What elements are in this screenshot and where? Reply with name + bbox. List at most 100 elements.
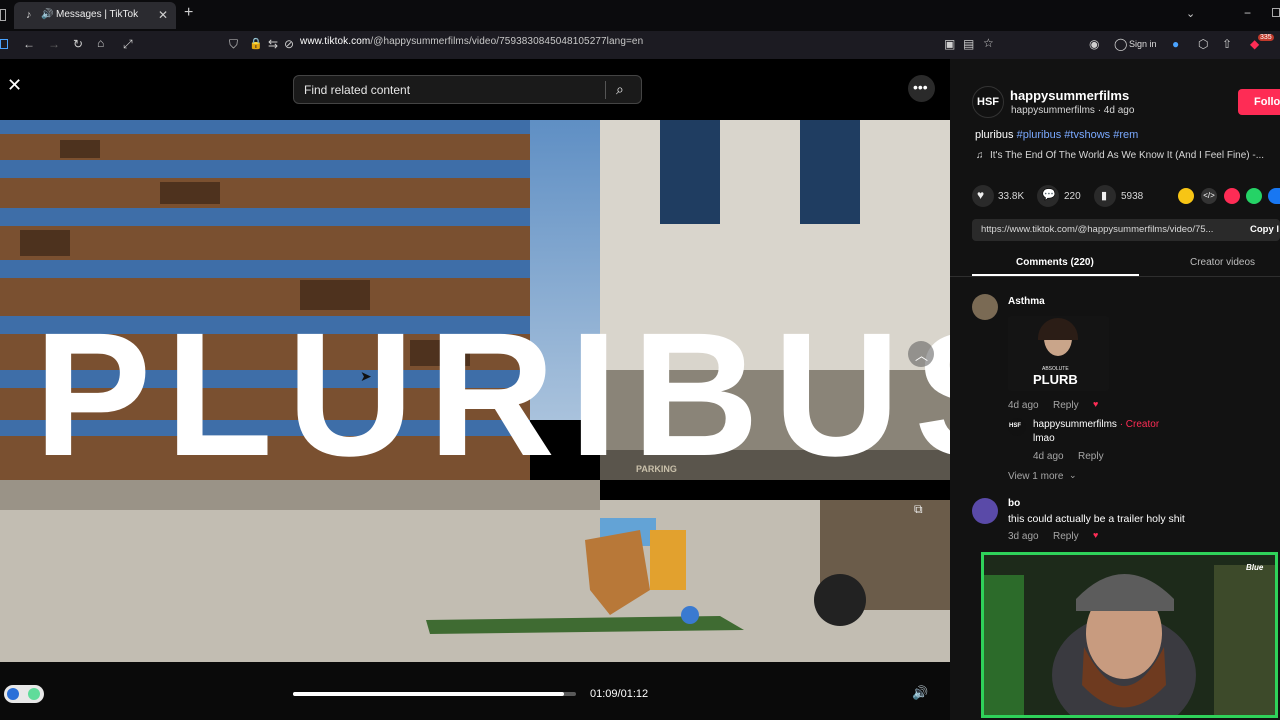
search-divider xyxy=(605,81,606,99)
whatsapp-icon[interactable] xyxy=(1246,188,1262,204)
tiktok-favicon-icon: ♪ xyxy=(26,9,32,21)
comment-button[interactable]: 💬 xyxy=(1037,185,1059,207)
commenter-avatar[interactable] xyxy=(972,498,998,524)
commenter-avatar[interactable] xyxy=(972,294,998,320)
webcam-illustration xyxy=(984,555,1275,715)
extension-blue-icon[interactable]: ● xyxy=(1172,37,1179,51)
reload-icon[interactable]: ↻ xyxy=(73,37,83,51)
video-progress-fill xyxy=(293,692,565,696)
reply-username[interactable]: happysummerfilms xyxy=(1033,419,1117,430)
close-video-icon[interactable]: ✕ xyxy=(7,76,22,94)
home-icon[interactable]: ⌂ xyxy=(97,36,104,50)
new-tab-icon[interactable]: + xyxy=(184,5,193,21)
back-icon[interactable]: ← xyxy=(23,37,35,51)
comment-username[interactable]: Asthma xyxy=(1008,296,1045,307)
volume-icon[interactable]: 🔊 xyxy=(912,686,928,700)
picture-in-picture-icon[interactable]: ▣ xyxy=(944,37,955,51)
mouse-cursor-icon: ➤ xyxy=(360,368,372,384)
sign-in-link[interactable]: Sign in xyxy=(1129,39,1157,49)
author-username[interactable]: happysummerfilms xyxy=(1010,88,1129,103)
save-button[interactable]: ▮ xyxy=(1094,185,1116,207)
comment-time: 3d ago xyxy=(1008,531,1039,542)
search-input[interactable] xyxy=(304,76,604,103)
comment-text: this could actually be a trailer holy sh… xyxy=(1008,513,1185,525)
facebook-icon[interactable] xyxy=(1268,188,1280,204)
music-title[interactable]: It's The End Of The World As We Know It … xyxy=(990,150,1264,161)
sidebar-icon[interactable] xyxy=(0,9,6,21)
close-tab-icon[interactable]: ✕ xyxy=(158,8,168,22)
extensions-puzzle-icon[interactable]: ⬡ xyxy=(1198,37,1208,51)
comment-like-icon[interactable]: ♥ xyxy=(1093,530,1098,540)
copy-link-button[interactable]: Copy l xyxy=(1250,224,1279,235)
address-bar[interactable]: www.tiktok.com/@happysummerfilms/video/7… xyxy=(300,36,643,47)
send-icon[interactable] xyxy=(1224,188,1240,204)
like-button[interactable]: ♥ xyxy=(972,185,994,207)
tab-list-chevron-icon[interactable]: ⌄ xyxy=(1186,7,1195,21)
video-controls xyxy=(0,662,950,720)
caption-hashtags[interactable]: #pluribus #tvshows #rem xyxy=(1017,129,1139,141)
permissions-icon[interactable]: ⇆ xyxy=(268,37,278,51)
related-search-box: ⌕ xyxy=(293,75,642,104)
reply-avatar[interactable]: HSF xyxy=(1008,418,1026,436)
browser-tab[interactable]: ♪ 🔊 Messages | TikTok ✕ xyxy=(14,2,176,29)
url-path: /@happysummerfilms/video/759383084504810… xyxy=(370,36,644,47)
minimize-icon[interactable]: − xyxy=(1244,6,1251,20)
comment-reply-button[interactable]: Reply xyxy=(1053,400,1079,411)
comment-like-icon[interactable]: ♥ xyxy=(1093,399,1098,409)
more-options-button[interactable]: ••• xyxy=(908,75,935,102)
creator-tag: · Creator xyxy=(1116,419,1160,430)
sidebar-toggle-icon[interactable] xyxy=(0,39,8,49)
reader-view-icon[interactable]: ▤ xyxy=(963,37,974,51)
scroll-up-button[interactable]: ︿ xyxy=(908,341,934,367)
extension-blue-icon xyxy=(7,688,19,700)
bookmark-star-icon[interactable]: ☆ xyxy=(983,36,994,50)
tab-comments[interactable]: Comments (220) xyxy=(1016,257,1094,268)
webcam-overlay: Blue xyxy=(981,552,1278,718)
post-caption: pluribus #pluribus #tvshows #rem xyxy=(975,129,1138,141)
comment-count: 220 xyxy=(1064,191,1081,202)
like-count: 33.8K xyxy=(998,191,1025,202)
author-meta: happysummerfilms · 4d ago xyxy=(1011,105,1135,116)
video-link[interactable]: https://www.tiktok.com/@happysummerfilms… xyxy=(981,224,1213,235)
follow-button[interactable]: Follo xyxy=(1238,89,1280,115)
comment-sticker[interactable]: ABSOLUTE PLURB xyxy=(1008,316,1109,391)
fullscreen-icon[interactable]: ⧉ xyxy=(914,502,923,516)
view-more-replies[interactable]: View 1 more xyxy=(1008,471,1063,482)
coin-share-icon[interactable] xyxy=(1178,188,1194,204)
mute-site-icon[interactable]: ⊘ xyxy=(284,37,294,51)
screenshot-icon[interactable]: ◉ xyxy=(1089,37,1099,51)
tab-divider xyxy=(950,276,1280,277)
heart-icon: ♥ xyxy=(977,188,985,202)
search-icon[interactable]: ⌕ xyxy=(616,82,624,96)
forward-icon[interactable]: → xyxy=(48,37,60,51)
author-avatar[interactable]: HSF xyxy=(972,86,1004,118)
shield-icon[interactable]: ⛉ xyxy=(229,37,238,51)
follow-label: Follo xyxy=(1254,96,1280,108)
comment-time: 4d ago xyxy=(1008,400,1039,411)
comment-reply-button[interactable]: Reply xyxy=(1053,531,1079,542)
reply-avatar-initials: HSF xyxy=(1009,423,1021,429)
chevron-up-icon: ︿ xyxy=(915,348,929,363)
audio-playing-icon[interactable]: 🔊 xyxy=(41,8,53,22)
link-box: https://www.tiktok.com/@happysummerfilms… xyxy=(972,219,1280,241)
maximize-icon[interactable] xyxy=(1272,8,1280,17)
video-progress-bar[interactable] xyxy=(293,692,576,696)
embed-icon[interactable]: </> xyxy=(1201,188,1217,204)
music-note-icon: ♫ xyxy=(976,150,984,161)
extension-toggle[interactable] xyxy=(4,685,44,703)
comment-username[interactable]: bo xyxy=(1008,498,1020,509)
expand-icon[interactable]: ⤢ xyxy=(123,37,133,51)
reply-header: happysummerfilms · Creator xyxy=(1033,419,1159,430)
share-icon[interactable]: ⇧ xyxy=(1222,37,1232,51)
chevron-down-icon: ⌄ xyxy=(1069,470,1077,480)
reply-time: 4d ago xyxy=(1033,451,1064,462)
account-icon[interactable]: ◯ xyxy=(1114,37,1127,51)
tab-creator-videos[interactable]: Creator videos xyxy=(1190,257,1255,268)
reply-text: lmao xyxy=(1033,433,1055,444)
browser-tab-bar: ♪ 🔊 Messages | TikTok ✕ + ⌄ − xyxy=(0,0,1280,31)
comment-icon: 💬 xyxy=(1042,189,1056,201)
url-host: www.tiktok.com xyxy=(300,36,371,47)
more-dots-icon: ••• xyxy=(913,79,928,95)
reply-reply-button[interactable]: Reply xyxy=(1078,451,1104,462)
lock-icon[interactable]: 🔒 xyxy=(249,37,263,51)
